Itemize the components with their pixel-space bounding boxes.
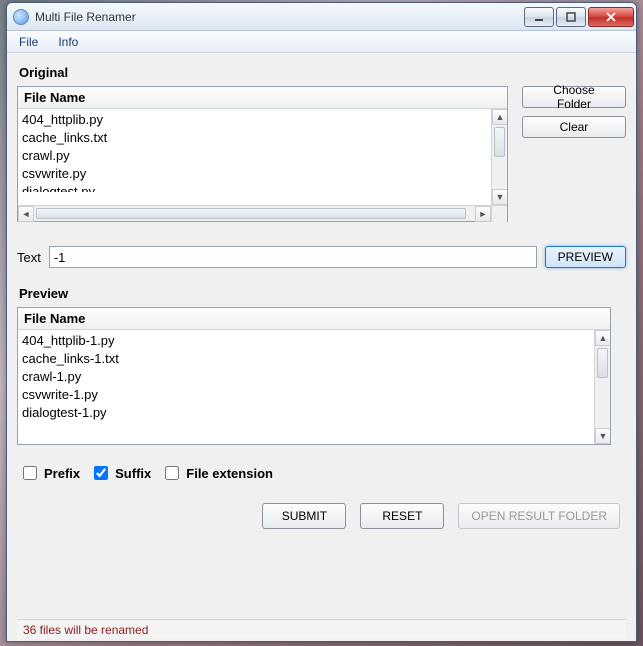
maximize-icon (566, 12, 576, 22)
text-label: Text (17, 250, 41, 265)
prefix-checkbox[interactable] (23, 466, 37, 480)
choose-folder-button[interactable]: Choose Folder (522, 86, 626, 108)
scroll-up-icon[interactable]: ▲ (492, 109, 507, 125)
submit-button[interactable]: SUBMIT (262, 503, 346, 529)
minimize-button[interactable] (524, 7, 554, 27)
scroll-right-icon[interactable]: ► (475, 206, 491, 222)
original-list-body[interactable]: 404_httplib.py cache_links.txt crawl.py … (18, 109, 507, 205)
scroll-down-icon[interactable]: ▼ (492, 189, 507, 205)
preview-label: Preview (19, 286, 626, 301)
suffix-text: Suffix (115, 466, 151, 481)
original-label: Original (19, 65, 626, 80)
window-controls (524, 7, 634, 27)
close-button[interactable] (588, 7, 634, 27)
menu-file[interactable]: File (11, 33, 46, 51)
text-row: Text PREVIEW (17, 246, 626, 268)
suffix-checkbox-label[interactable]: Suffix (90, 463, 151, 483)
scroll-down-icon[interactable]: ▼ (595, 428, 610, 444)
preview-button[interactable]: PREVIEW (545, 246, 626, 268)
action-row: SUBMIT RESET OPEN RESULT FOLDER (17, 503, 626, 529)
app-icon (13, 9, 29, 25)
menubar: File Info (7, 31, 636, 53)
close-icon (606, 12, 616, 22)
list-item[interactable]: crawl.py (22, 147, 503, 165)
preview-list[interactable]: File Name 404_httplib-1.py cache_links-1… (17, 307, 611, 445)
list-item[interactable]: dialogtest-1.py (22, 404, 606, 422)
scroll-corner (491, 206, 507, 222)
original-side-buttons: Choose Folder Clear (522, 86, 626, 138)
minimize-icon (534, 12, 544, 22)
horizontal-scrollbar[interactable]: ◄ ► (18, 205, 507, 221)
list-item[interactable]: cache_links.txt (22, 129, 503, 147)
list-item[interactable]: csvwrite-1.py (22, 386, 606, 404)
menu-info[interactable]: Info (50, 33, 86, 51)
vertical-scrollbar[interactable]: ▲ ▼ (594, 330, 610, 444)
status-text: 36 files will be renamed (23, 623, 148, 637)
window-title: Multi File Renamer (35, 10, 524, 24)
hscroll-thumb[interactable] (36, 208, 466, 219)
list-item[interactable]: cache_links-1.txt (22, 350, 606, 368)
scroll-up-icon[interactable]: ▲ (595, 330, 610, 346)
list-item[interactable]: 404_httplib.py (22, 111, 503, 129)
mode-checkboxes: Prefix Suffix File extension (19, 463, 626, 483)
vertical-scrollbar[interactable]: ▲ ▼ (491, 109, 507, 205)
list-item[interactable]: dialogtest.py (22, 183, 503, 192)
titlebar: Multi File Renamer (7, 3, 636, 31)
list-item[interactable]: csvwrite.py (22, 165, 503, 183)
scroll-left-icon[interactable]: ◄ (18, 206, 34, 222)
preview-list-body[interactable]: 404_httplib-1.py cache_links-1.txt crawl… (18, 330, 610, 444)
statusbar: 36 files will be renamed (17, 619, 626, 639)
prefix-checkbox-label[interactable]: Prefix (19, 463, 80, 483)
preview-list-header[interactable]: File Name (18, 308, 610, 330)
clear-button[interactable]: Clear (522, 116, 626, 138)
list-item[interactable]: 404_httplib-1.py (22, 332, 606, 350)
prefix-text: Prefix (44, 466, 80, 481)
reset-button[interactable]: RESET (360, 503, 444, 529)
maximize-button[interactable] (556, 7, 586, 27)
original-list-header[interactable]: File Name (18, 87, 507, 109)
scroll-thumb[interactable] (494, 127, 505, 157)
client-area: Original File Name 404_httplib.py cache_… (7, 53, 636, 641)
fileext-checkbox[interactable] (165, 466, 179, 480)
list-item[interactable]: crawl-1.py (22, 368, 606, 386)
fileext-checkbox-label[interactable]: File extension (161, 463, 273, 483)
original-list[interactable]: File Name 404_httplib.py cache_links.txt… (17, 86, 508, 222)
suffix-checkbox[interactable] (94, 466, 108, 480)
open-result-folder-button[interactable]: OPEN RESULT FOLDER (458, 503, 620, 529)
original-row: File Name 404_httplib.py cache_links.txt… (17, 86, 626, 222)
scroll-thumb[interactable] (597, 348, 608, 378)
app-window: Multi File Renamer File Info Original Fi… (6, 2, 637, 642)
fileext-text: File extension (186, 466, 273, 481)
text-input[interactable] (49, 246, 537, 268)
